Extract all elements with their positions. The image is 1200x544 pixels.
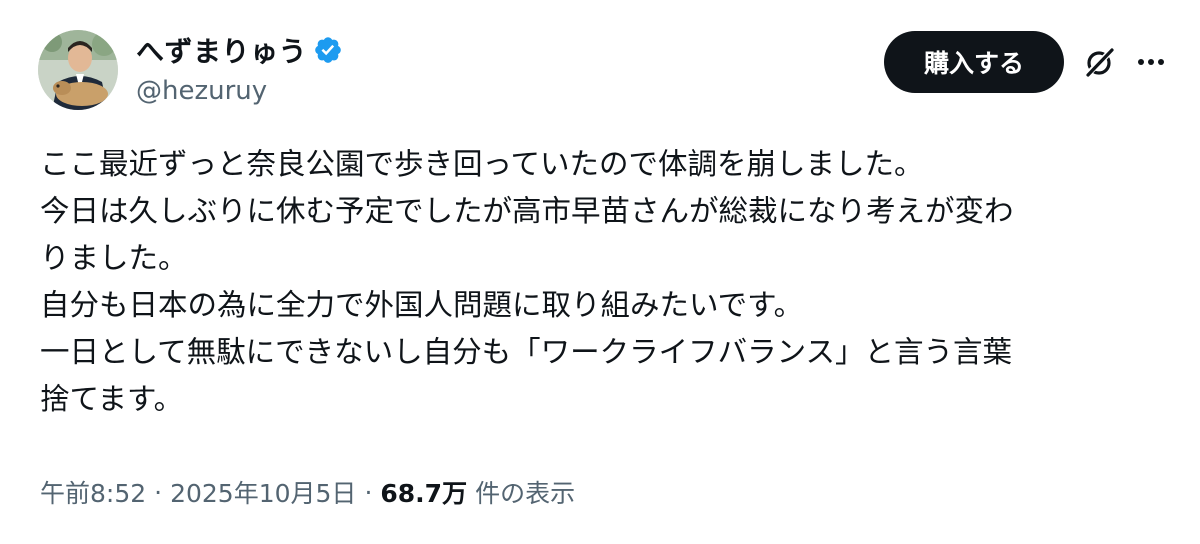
tweet-line: ここ最近ずっと奈良公園で歩き回っていたので体調を崩しました。 [40, 147, 924, 181]
views-label: 件の表示 [475, 479, 576, 508]
tweet-line: りました。 [40, 241, 188, 275]
tweet-line: 一日として無駄にできないし自分も「ワークライフバランス」と言う言葉 [40, 335, 1013, 369]
grok-icon[interactable] [1082, 44, 1118, 80]
buy-button[interactable]: 購入する [884, 31, 1064, 93]
tweet-line: 今日は久しぶりに休む予定でしたが高市早苗さんが総裁になり考えが変わ [40, 194, 1014, 228]
tweet-line: 自分も日本の為に全力で外国人問題に取り組みたいです。 [40, 288, 804, 322]
author-name-row[interactable]: へずまりゅう [136, 30, 343, 70]
tweet-meta: 午前8:52 · 2025年10月5日 · 68.7万 件の表示 [40, 472, 575, 512]
tweet-time[interactable]: 午前8:52 [40, 474, 146, 510]
meta-separator: · [364, 477, 373, 507]
meta-separator: · [154, 477, 163, 507]
more-icon[interactable] [1133, 44, 1169, 80]
tweet-line: 捨てます。 [40, 382, 184, 416]
views-count[interactable]: 68.7万 [380, 474, 467, 510]
tweet-date[interactable]: 2025年10月5日 [170, 474, 356, 510]
tweet-text: ここ最近ずっと奈良公園で歩き回っていたので体調を崩しました。 今日は久しぶりに休… [40, 141, 1180, 423]
avatar-image [38, 30, 118, 110]
avatar[interactable] [38, 30, 118, 110]
author-display-name[interactable]: へずまりゅう [136, 30, 307, 70]
author-handle[interactable]: @hezuruy [136, 76, 267, 106]
verified-badge-icon[interactable] [313, 35, 343, 65]
